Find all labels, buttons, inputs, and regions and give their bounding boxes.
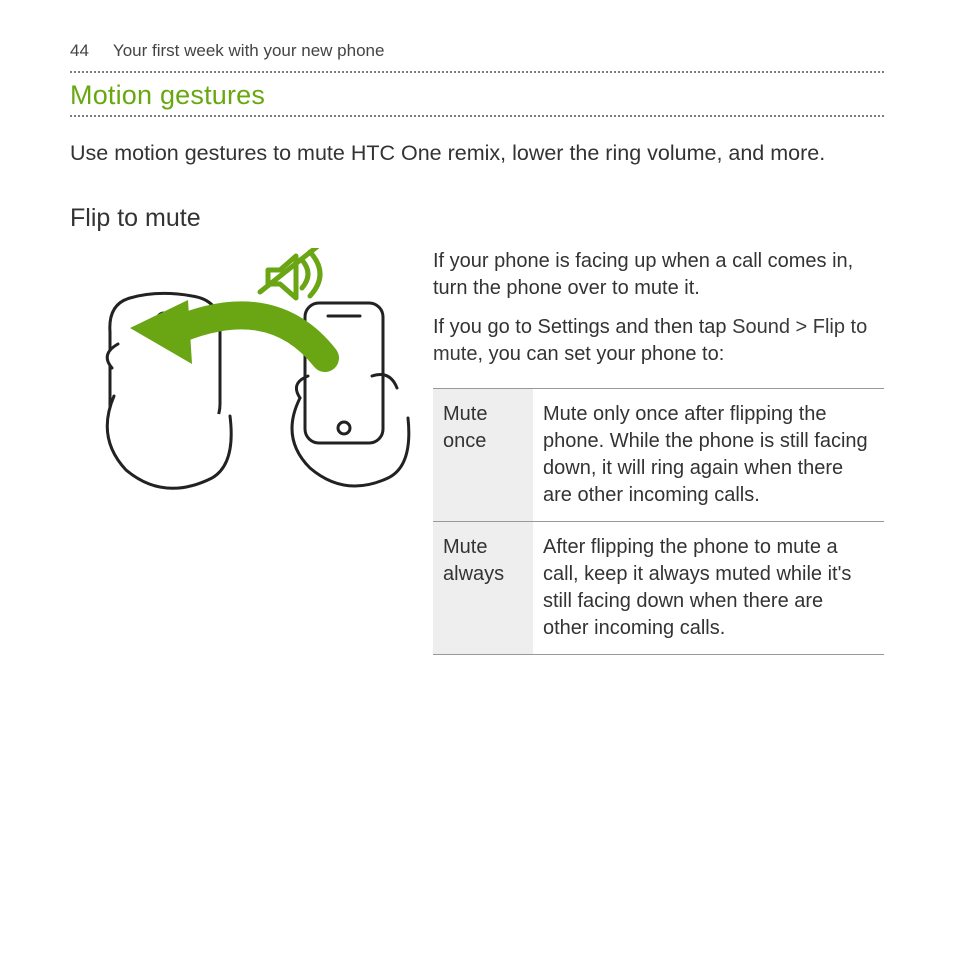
- section-intro: Use motion gestures to mute HTC One remi…: [70, 139, 884, 168]
- divider: [70, 115, 884, 117]
- mute-speaker-icon: [260, 248, 320, 298]
- table-row: Mute always After flipping the phone to …: [433, 522, 884, 655]
- table-row: Mute once Mute only once after flipping …: [433, 389, 884, 522]
- feature-block: If your phone is facing up when a call c…: [70, 248, 884, 655]
- option-name: Mute always: [433, 522, 533, 655]
- option-description: After flipping the phone to mute a call,…: [533, 522, 884, 655]
- page-header: 44 Your first week with your new phone: [70, 40, 884, 63]
- flip-phone-icon: [70, 248, 415, 548]
- option-description: Mute only once after flipping the phone.…: [533, 389, 884, 522]
- text: If you go to Settings and then tap: [433, 316, 732, 338]
- option-name: Mute once: [433, 389, 533, 522]
- page-number: 44: [70, 40, 89, 63]
- section-title: Motion gestures: [70, 73, 884, 115]
- feature-paragraph: If your phone is facing up when a call c…: [433, 248, 884, 302]
- options-table: Mute once Mute only once after flipping …: [433, 388, 884, 655]
- feature-paragraph: If you go to Settings and then tap Sound…: [433, 314, 884, 368]
- feature-heading: Flip to mute: [70, 202, 884, 236]
- chapter-title: Your first week with your new phone: [113, 40, 385, 63]
- text: , you can set your phone to:: [477, 343, 724, 365]
- flip-to-mute-illustration: [70, 248, 415, 655]
- feature-text-column: If your phone is facing up when a call c…: [433, 248, 884, 655]
